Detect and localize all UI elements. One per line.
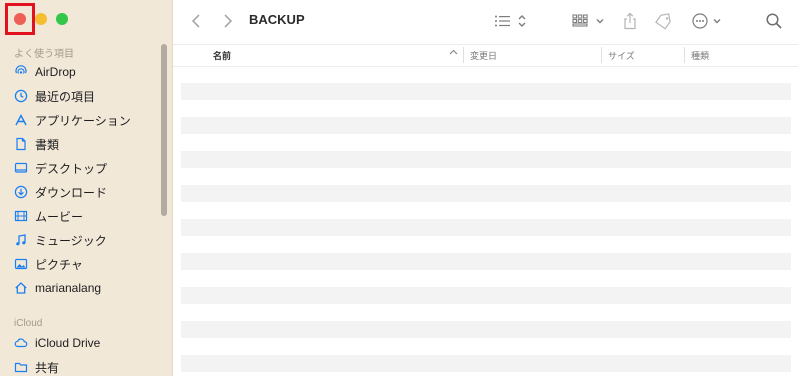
share-button[interactable] xyxy=(621,10,639,32)
sidebar-item-recents[interactable]: 最近の項目 xyxy=(14,85,164,107)
list-row[interactable] xyxy=(181,355,791,372)
sidebar-item-downloads[interactable]: ダウンロード xyxy=(14,181,164,203)
back-button[interactable] xyxy=(187,10,205,32)
sidebar-item-label: アプリケーション xyxy=(35,113,131,128)
list-row[interactable] xyxy=(181,236,791,253)
tag-icon xyxy=(654,12,674,30)
sidebar-item-label: ムービー xyxy=(35,209,84,224)
sidebar-item-airdrop[interactable]: AirDrop xyxy=(14,61,164,83)
grid-icon xyxy=(572,13,606,29)
sidebar-item-label: ピクチャ xyxy=(35,257,83,272)
column-divider[interactable] xyxy=(684,47,685,63)
sidebar-item-movies[interactable]: ムービー xyxy=(14,205,164,227)
sidebar-item-label: デスクトップ xyxy=(35,161,108,176)
sidebar: よく使う項目 AirDrop 最近の項目 アプリケーション 書類 デスクトップ … xyxy=(0,0,173,376)
clock-icon xyxy=(14,89,28,103)
file-list[interactable] xyxy=(181,66,791,372)
column-modified[interactable]: 変更日 xyxy=(470,49,497,62)
search-button[interactable] xyxy=(763,10,785,32)
list-row[interactable] xyxy=(181,83,791,100)
airdrop-icon xyxy=(14,65,28,79)
sidebar-item-desktop[interactable]: デスクトップ xyxy=(14,157,164,179)
group-button[interactable] xyxy=(572,10,606,32)
list-row[interactable] xyxy=(181,321,791,338)
tag-button[interactable] xyxy=(653,10,675,32)
list-row[interactable] xyxy=(181,219,791,236)
sidebar-item-home[interactable]: marianalang xyxy=(14,277,164,299)
list-row[interactable] xyxy=(181,134,791,151)
sidebar-item-label: 最近の項目 xyxy=(35,89,96,104)
column-size[interactable]: サイズ xyxy=(608,49,635,62)
list-row[interactable] xyxy=(181,304,791,321)
list-row[interactable] xyxy=(181,117,791,134)
sidebar-item-label: marianalang xyxy=(35,281,102,295)
document-icon xyxy=(14,137,28,151)
sidebar-scrollbar[interactable] xyxy=(161,44,167,216)
sidebar-item-label: 書類 xyxy=(35,137,60,152)
column-kind[interactable]: 種類 xyxy=(691,49,709,62)
apps-icon xyxy=(14,113,28,127)
sidebar-item-documents[interactable]: 書類 xyxy=(14,133,164,155)
chevron-right-icon xyxy=(223,13,233,29)
list-row[interactable] xyxy=(181,338,791,355)
list-view-icon xyxy=(494,13,530,29)
toolbar: BACKUP xyxy=(173,0,798,45)
column-divider[interactable] xyxy=(463,47,464,63)
list-row[interactable] xyxy=(181,151,791,168)
zoom-window-button[interactable] xyxy=(56,13,68,25)
sidebar-item-icloud-drive[interactable]: iCloud Drive xyxy=(14,332,164,354)
movie-icon xyxy=(14,209,28,223)
column-divider[interactable] xyxy=(601,47,602,63)
column-header: 名前 変更日 サイズ 種類 xyxy=(173,44,798,67)
picture-icon xyxy=(14,257,28,271)
sidebar-item-label: AirDrop xyxy=(35,65,76,79)
sidebar-item-shared[interactable]: 共有 xyxy=(14,356,164,376)
action-menu-button[interactable] xyxy=(691,10,725,32)
list-row[interactable] xyxy=(181,185,791,202)
sidebar-item-pictures[interactable]: ピクチャ xyxy=(14,253,164,275)
finder-window: よく使う項目 AirDrop 最近の項目 アプリケーション 書類 デスクトップ … xyxy=(0,0,798,376)
forward-button[interactable] xyxy=(219,10,237,32)
list-row[interactable] xyxy=(181,202,791,219)
sidebar-item-label: ミュージック xyxy=(35,233,107,248)
cloud-icon xyxy=(14,336,28,350)
home-icon xyxy=(14,281,28,295)
list-row[interactable] xyxy=(181,66,791,83)
icloud-heading: iCloud xyxy=(14,318,43,329)
list-row[interactable] xyxy=(181,168,791,185)
favorites-heading: よく使う項目 xyxy=(14,49,74,60)
ellipsis-circle-icon xyxy=(691,12,725,30)
list-row[interactable] xyxy=(181,270,791,287)
close-button-highlight-box xyxy=(5,3,35,35)
list-row[interactable] xyxy=(181,253,791,270)
minimize-window-button[interactable] xyxy=(35,13,47,25)
shared-folder-icon xyxy=(14,360,28,374)
chevron-left-icon xyxy=(191,13,201,29)
share-icon xyxy=(623,12,637,30)
chevron-up-icon[interactable] xyxy=(449,48,458,59)
sidebar-item-label: iCloud Drive xyxy=(35,336,101,350)
sidebar-item-label: 共有 xyxy=(35,360,60,375)
list-row[interactable] xyxy=(181,287,791,304)
desktop-icon xyxy=(14,161,28,175)
download-icon xyxy=(14,185,28,199)
search-icon xyxy=(765,12,783,30)
view-mode-button[interactable] xyxy=(494,10,530,32)
sidebar-item-music[interactable]: ミュージック xyxy=(14,229,164,251)
window-title: BACKUP xyxy=(249,12,305,27)
sidebar-item-label: ダウンロード xyxy=(35,185,108,200)
sidebar-item-applications[interactable]: アプリケーション xyxy=(14,109,164,131)
list-row[interactable] xyxy=(181,100,791,117)
column-name[interactable]: 名前 xyxy=(213,49,231,62)
music-icon xyxy=(14,233,28,247)
